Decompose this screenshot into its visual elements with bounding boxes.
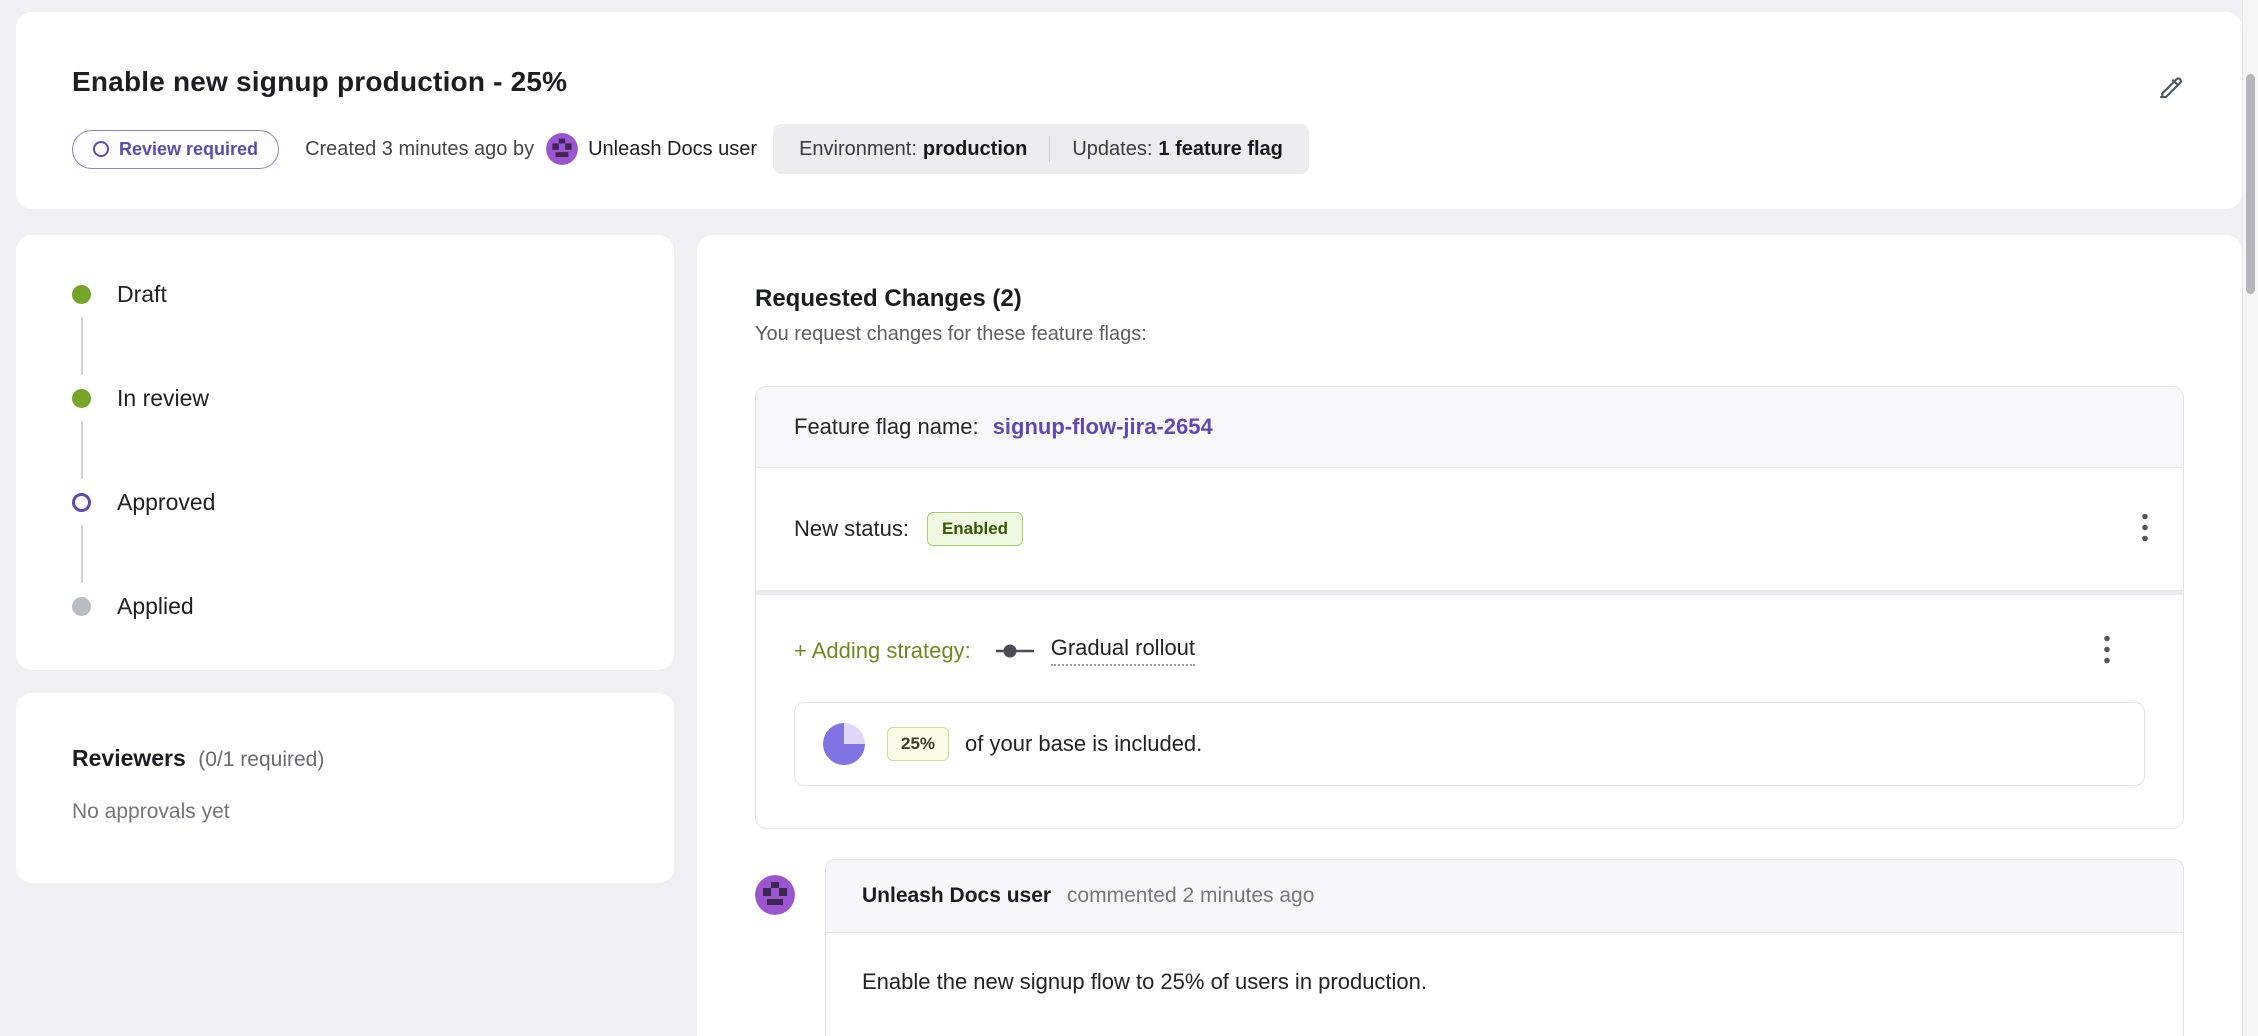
step-dot-completed xyxy=(72,285,91,304)
enabled-status-badge: Enabled xyxy=(927,512,1023,546)
header-meta: Review required Created 3 minutes ago by… xyxy=(72,124,2186,174)
comment-header: Unleash Docs user commented 2 minutes ag… xyxy=(826,860,2183,933)
content-area: Draft In review Approved Applied xyxy=(16,235,2242,1036)
divider xyxy=(1049,136,1050,162)
page-scrollbar[interactable] xyxy=(2242,0,2258,1036)
comment-box: Unleash Docs user commented 2 minutes ag… xyxy=(825,859,2184,1036)
timeline-step-label: Approved xyxy=(117,489,215,516)
rollout-summary: 25% of your base is included. xyxy=(794,702,2145,786)
comment-avatar xyxy=(755,875,795,915)
strategy-name[interactable]: Gradual rollout xyxy=(1051,635,1195,666)
environment-info-box: Environment: production Updates: 1 feature… xyxy=(773,124,1309,174)
comment-row: Unleash Docs user commented 2 minutes ag… xyxy=(755,859,2184,1036)
changes-subtitle: You request changes for these feature fl… xyxy=(755,323,2184,346)
kebab-menu-icon xyxy=(2141,532,2149,547)
kebab-menu-icon xyxy=(2103,653,2111,668)
timeline-connector xyxy=(81,317,83,375)
status-change-label: New status: xyxy=(794,516,909,542)
pie-chart-icon xyxy=(823,723,865,765)
comment-author: Unleash Docs user xyxy=(862,884,1051,907)
strategy-change-section: + Adding strategy: Gradual rollout xyxy=(756,595,2183,828)
strategy-change-menu-button[interactable] xyxy=(2093,627,2121,674)
identicon-avatar xyxy=(546,133,578,165)
timeline-step-in-review: In review xyxy=(72,383,674,413)
reviewers-requirement: (0/1 required) xyxy=(198,748,324,771)
flag-card-header: Feature flag name: signup-flow-jira-2654 xyxy=(756,387,2183,468)
requested-changes-panel: Requested Changes (2) You request change… xyxy=(697,235,2242,1036)
rollout-text: of your base is included. xyxy=(965,731,1202,757)
timeline-card: Draft In review Approved Applied xyxy=(16,235,674,670)
flag-name-label: Feature flag name: xyxy=(794,414,979,440)
timeline-connector xyxy=(81,421,83,479)
step-dot-current xyxy=(72,493,91,512)
updates-value: 1 feature flag xyxy=(1158,138,1282,160)
status-change-menu-button[interactable] xyxy=(2131,506,2159,553)
reviewers-card: Reviewers (0/1 required) No approvals ye… xyxy=(16,693,674,883)
strategy-change-label: + Adding strategy: xyxy=(794,638,971,664)
changes-title: Requested Changes (2) xyxy=(755,285,2184,313)
rollout-slider-icon xyxy=(995,642,1035,660)
author-name: Unleash Docs user xyxy=(588,138,757,161)
pencil-icon xyxy=(2156,90,2186,105)
status-change-row: New status: Enabled xyxy=(756,468,2183,590)
reviewers-title: Reviewers xyxy=(72,745,186,771)
timeline-step-label: Draft xyxy=(117,281,167,308)
step-dot-completed xyxy=(72,389,91,408)
circle-outline-icon xyxy=(93,141,109,157)
feature-flag-change-card: Feature flag name: signup-flow-jira-2654… xyxy=(755,386,2184,829)
page-title: Enable new signup production - 25% xyxy=(72,12,2186,98)
review-required-label: Review required xyxy=(119,139,258,160)
environment-label: Environment: xyxy=(799,138,917,160)
review-required-badge: Review required xyxy=(72,130,279,169)
scrollbar-thumb[interactable] xyxy=(2246,74,2255,294)
step-dot-pending xyxy=(72,597,91,616)
identicon-avatar xyxy=(755,875,795,915)
header-card: Enable new signup production - 25% Revie… xyxy=(16,12,2242,209)
left-sidebar: Draft In review Approved Applied xyxy=(16,235,674,883)
timeline-connector xyxy=(81,525,83,583)
edit-button[interactable] xyxy=(2152,68,2190,109)
created-text: Created 3 minutes ago by xyxy=(305,138,534,161)
updates-info: Updates: 1 feature flag xyxy=(1072,138,1283,161)
comment-meta: commented 2 minutes ago xyxy=(1067,884,1314,907)
change-request-page: Enable new signup production - 25% Revie… xyxy=(16,12,2242,1036)
timeline-step-label: Applied xyxy=(117,593,194,620)
timeline-step-approved: Approved xyxy=(72,487,674,517)
no-approvals-text: No approvals yet xyxy=(72,800,674,824)
rollout-percent-badge: 25% xyxy=(887,727,949,761)
flag-name-link[interactable]: signup-flow-jira-2654 xyxy=(993,414,1213,440)
environment-value: production xyxy=(923,138,1027,160)
updates-label: Updates: xyxy=(1072,138,1152,160)
environment-info: Environment: production xyxy=(799,138,1027,161)
comment-body: Enable the new signup flow to 25% of use… xyxy=(826,933,2183,1036)
timeline-step-applied: Applied xyxy=(72,591,674,621)
strategy-change-row: + Adding strategy: Gradual rollout xyxy=(794,635,2145,666)
timeline-step-label: In review xyxy=(117,385,209,412)
author-avatar xyxy=(546,133,578,165)
timeline-step-draft: Draft xyxy=(72,279,674,309)
